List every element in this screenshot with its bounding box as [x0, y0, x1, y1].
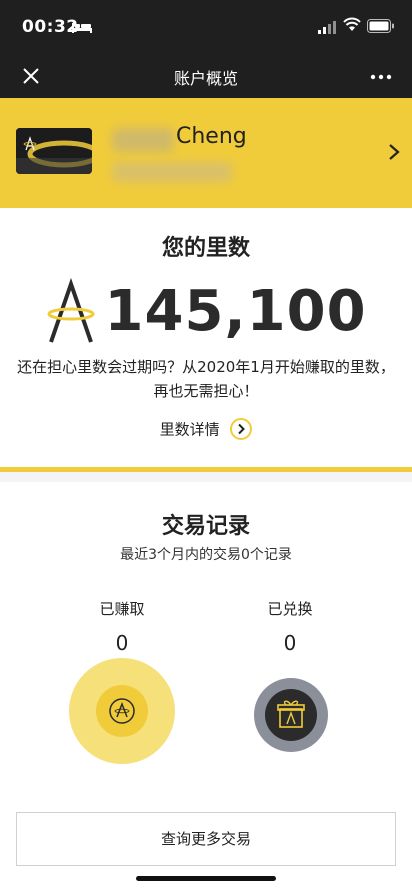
earned-tab[interactable] [69, 658, 175, 764]
home-indicator [136, 876, 276, 881]
cellular-signal-icon [318, 21, 336, 34]
page-title: 账户概览 [173, 69, 238, 88]
miles-details-link[interactable]: 里数详情 [0, 418, 412, 440]
battery-icon [367, 19, 394, 33]
miles-promo-text: 还在担心里数会过期吗？从2020年1月开始赚取的里数，再也无需担心！ [17, 358, 395, 400]
redeemed-tab[interactable] [254, 678, 328, 752]
chevron-circle-right-icon [230, 418, 253, 440]
earned-label: 已赚取 [99, 600, 145, 618]
member-card-icon [16, 128, 92, 174]
miles-details-label: 里数详情 [159, 420, 220, 439]
transactions-title: 交易记录 [161, 514, 250, 539]
more-dots-icon[interactable] [368, 64, 394, 90]
earned-value: 0 [115, 631, 129, 655]
gift-icon [265, 689, 317, 741]
account-header[interactable]: Cheng [0, 98, 412, 208]
miles-section: 您的里数 145,100 还在担心里数会过期吗？从2020年1月开始赚取的里数，… [0, 208, 412, 468]
coin-icon [96, 685, 148, 737]
status-time: 00:32 [22, 17, 79, 37]
asia-miles-logo-icon [47, 277, 95, 343]
redeemed-value: 0 [283, 631, 297, 655]
membership-number-blurred [112, 162, 232, 182]
redeemed-label: 已兑换 [267, 600, 313, 618]
miles-title: 您的里数 [161, 236, 250, 261]
section-gap [0, 472, 412, 482]
redeemed-column: 已兑换 0 [220, 598, 360, 655]
earned-column: 已赚取 0 [52, 598, 192, 655]
nav-bar: 账户概览 [0, 54, 412, 98]
name-blurred [112, 128, 174, 152]
sleep-mode-icon [72, 23, 92, 33]
transactions-subtitle: 最近3个月内的交易0个记录 [120, 547, 292, 563]
miles-value: 145,100 [104, 278, 367, 344]
transactions-section: 交易记录 最近3个月内的交易0个记录 已赚取 0 已兑换 0 查询更多交易 [0, 482, 412, 893]
chevron-right-icon[interactable] [386, 142, 402, 162]
user-name: Cheng [176, 124, 247, 149]
query-more-transactions-button[interactable]: 查询更多交易 [16, 812, 396, 866]
wifi-icon [343, 17, 361, 31]
status-bar: 00:32 [0, 0, 412, 54]
miles-balance: 145,100 [0, 276, 412, 356]
